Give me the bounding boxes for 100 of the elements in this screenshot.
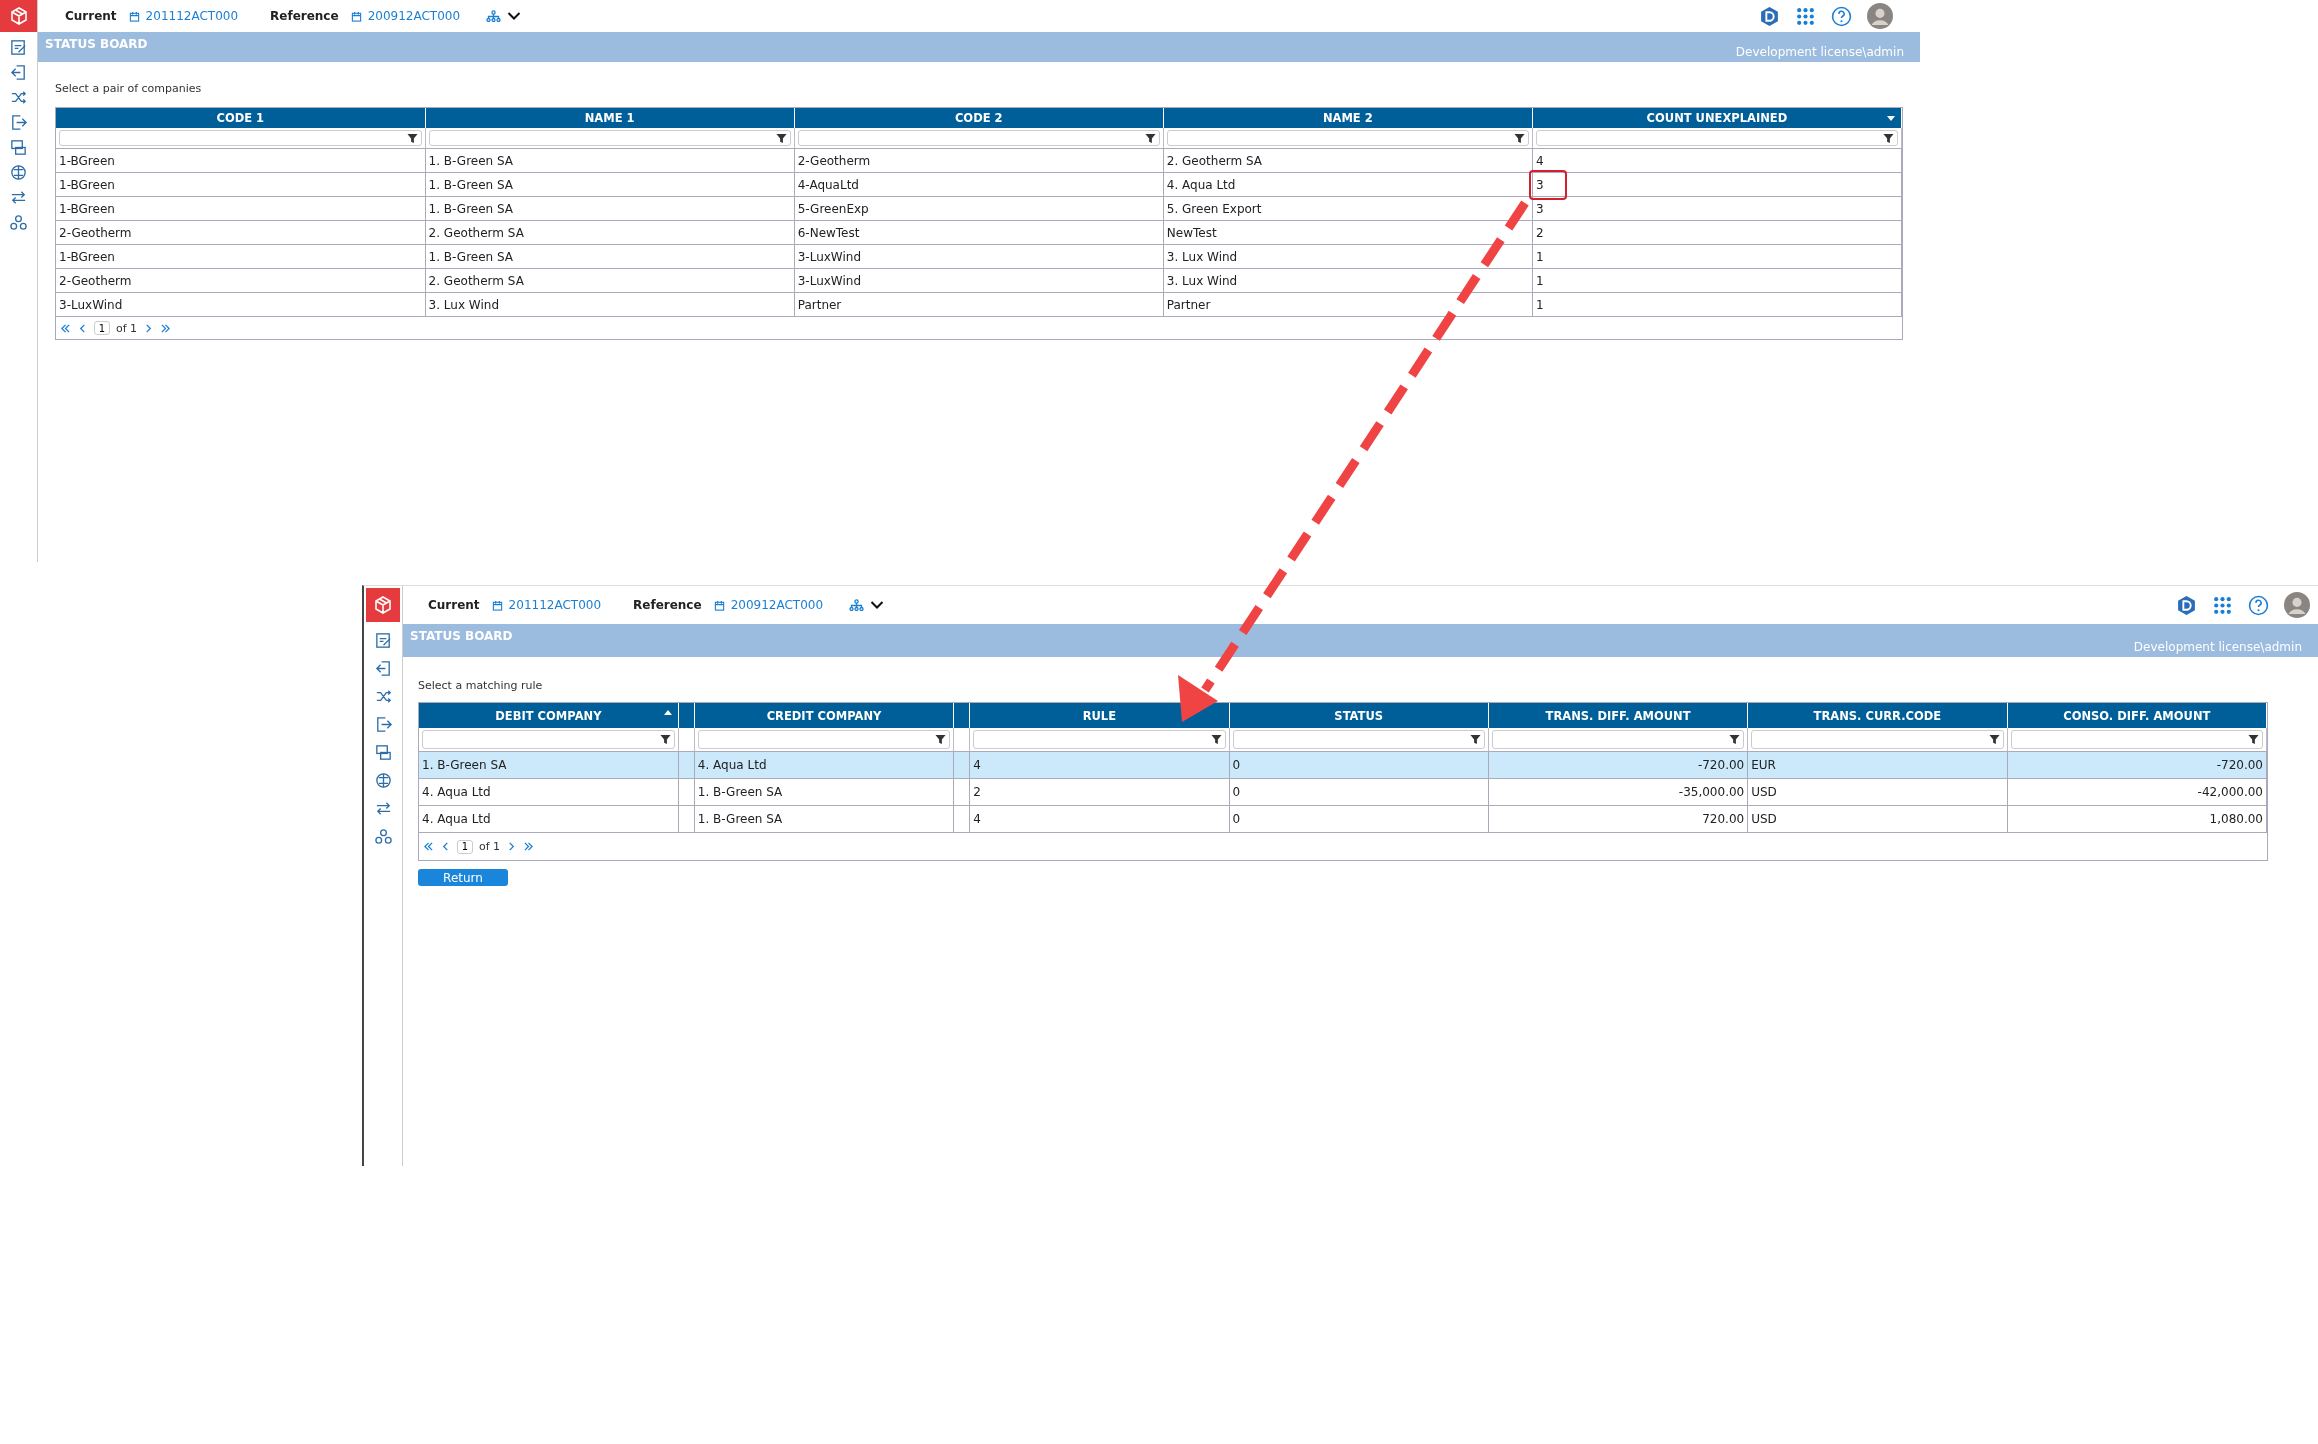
previous-page-icon[interactable] (440, 842, 451, 851)
column-header[interactable]: TRANS. CURR.CODE (1747, 703, 2008, 728)
table-cell: 2 (1532, 220, 1902, 245)
table-cell: 0 (1229, 805, 1489, 833)
filter-field[interactable] (697, 730, 951, 749)
table-cell: 2. Geotherm SA (1163, 148, 1533, 173)
filter-icon[interactable] (2248, 734, 2259, 745)
hexagon-d-icon[interactable] (2176, 594, 2197, 616)
previous-page-icon[interactable] (77, 323, 88, 333)
page-number-field[interactable]: 1 (94, 321, 110, 335)
hierarchy-icon[interactable] (486, 10, 502, 22)
table-cell: 1,080.00 (2007, 805, 2267, 833)
filter-icon[interactable] (1469, 734, 1481, 745)
globe-icon[interactable] (373, 771, 393, 790)
chevron-down-icon[interactable] (870, 600, 885, 610)
user-avatar-icon[interactable] (1867, 3, 1893, 29)
chevron-down-icon[interactable] (507, 11, 522, 21)
column-header[interactable]: RULE (969, 703, 1230, 728)
table-cell: 4. Aqua Ltd (419, 778, 679, 806)
sign-in-icon[interactable] (9, 63, 28, 82)
filter-field[interactable] (1166, 130, 1529, 146)
filter-field[interactable] (797, 130, 1160, 146)
filter-icon[interactable] (1729, 734, 1741, 745)
table-cell: 4 (969, 805, 1230, 833)
user-avatar-icon[interactable] (2284, 592, 2310, 618)
column-header[interactable]: COUNT UNEXPLAINED (1532, 108, 1902, 128)
column-header[interactable]: TRANS. DIFF. AMOUNT (1488, 703, 1748, 728)
table-cell: 3 (1532, 196, 1902, 221)
screens-icon[interactable] (9, 138, 28, 157)
filter-icon[interactable] (1210, 734, 1222, 745)
first-page-icon[interactable] (423, 842, 434, 851)
return-button[interactable]: Return (418, 869, 508, 886)
table-cell: 1 (1532, 244, 1902, 269)
filter-icon[interactable] (406, 132, 418, 144)
column-header[interactable]: NAME 1 (425, 108, 795, 128)
reference-period-link[interactable]: 200912ACT000 (730, 598, 824, 612)
table-cell: 1. B-Green SA (694, 805, 954, 833)
table-cell: 1. B-Green SA (425, 244, 795, 269)
column-header[interactable]: STATUS (1229, 703, 1489, 728)
logo-icon[interactable] (0, 0, 37, 32)
table-cell: 3 (1532, 172, 1902, 197)
first-page-icon[interactable] (60, 323, 71, 333)
filter-field[interactable] (428, 130, 791, 146)
column-header[interactable]: DEBIT COMPANY (419, 703, 679, 728)
table-cell: 1-BGreen (56, 244, 426, 269)
sign-out-icon[interactable] (9, 113, 28, 132)
filter-icon[interactable] (935, 734, 947, 745)
filter-icon[interactable] (1144, 132, 1156, 144)
logo-icon[interactable] (366, 588, 400, 622)
table-cell: USD (1747, 778, 2008, 806)
column-header[interactable]: CODE 2 (794, 108, 1164, 128)
apps-grid-icon[interactable] (2212, 594, 2233, 616)
filter-icon[interactable] (659, 734, 671, 745)
column-header[interactable]: CREDIT COMPANY (694, 703, 954, 728)
table-cell: 1 (1532, 292, 1902, 317)
column-header[interactable]: NAME 2 (1163, 108, 1533, 128)
filter-field[interactable] (1232, 730, 1485, 749)
page-number-field[interactable]: 1 (457, 839, 473, 854)
table-cell: 4. Aqua Ltd (419, 805, 679, 833)
apps-grid-icon[interactable] (1795, 5, 1816, 27)
last-page-icon[interactable] (523, 842, 535, 851)
table-cell: 1. B-Green SA (419, 751, 679, 779)
filter-field[interactable] (1751, 730, 2004, 749)
help-icon[interactable] (1831, 5, 1852, 27)
table-cell: 0 (1229, 751, 1489, 779)
page-count-label: of 1 (479, 840, 501, 853)
filter-field[interactable] (422, 730, 675, 749)
help-icon[interactable] (2248, 594, 2269, 616)
last-page-icon[interactable] (160, 323, 172, 333)
column-header[interactable]: CODE 1 (56, 108, 426, 128)
filter-icon[interactable] (1988, 734, 2000, 745)
edit-icon[interactable] (9, 38, 28, 57)
table-cell: 1-BGreen (56, 148, 426, 173)
current-label: Current (428, 598, 480, 612)
filter-field[interactable] (973, 730, 1226, 749)
calendar-icon (491, 599, 503, 611)
filter-icon[interactable] (775, 132, 787, 144)
current-period-link[interactable]: 201112ACT000 (145, 9, 239, 23)
table-cell: -42,000.00 (2007, 778, 2267, 806)
sign-in-icon[interactable] (373, 659, 393, 678)
reference-period-link[interactable]: 200912ACT000 (367, 9, 461, 23)
hexagon-d-icon[interactable] (1759, 5, 1780, 27)
filter-icon[interactable] (1513, 132, 1525, 144)
table-cell: 2. Geotherm SA (425, 220, 795, 245)
filter-icon[interactable] (1883, 132, 1894, 144)
page-count-label: of 1 (116, 321, 138, 335)
table-cell: 2-Geotherm (794, 148, 1164, 173)
instruction-text: Select a matching rule (418, 679, 544, 692)
filter-field[interactable] (59, 130, 422, 146)
current-period-link[interactable]: 201112ACT000 (508, 598, 602, 612)
column-header[interactable]: CONSO. DIFF. AMOUNT (2007, 703, 2267, 728)
filter-field[interactable] (1491, 730, 1745, 749)
filter-field[interactable] (2010, 730, 2263, 749)
screens-icon[interactable] (373, 743, 393, 762)
network-icon[interactable] (373, 827, 393, 846)
edit-icon[interactable] (373, 631, 393, 650)
network-icon[interactable] (9, 213, 28, 232)
hierarchy-icon[interactable] (849, 599, 865, 611)
globe-icon[interactable] (9, 163, 28, 182)
filter-field[interactable] (1535, 130, 1898, 146)
